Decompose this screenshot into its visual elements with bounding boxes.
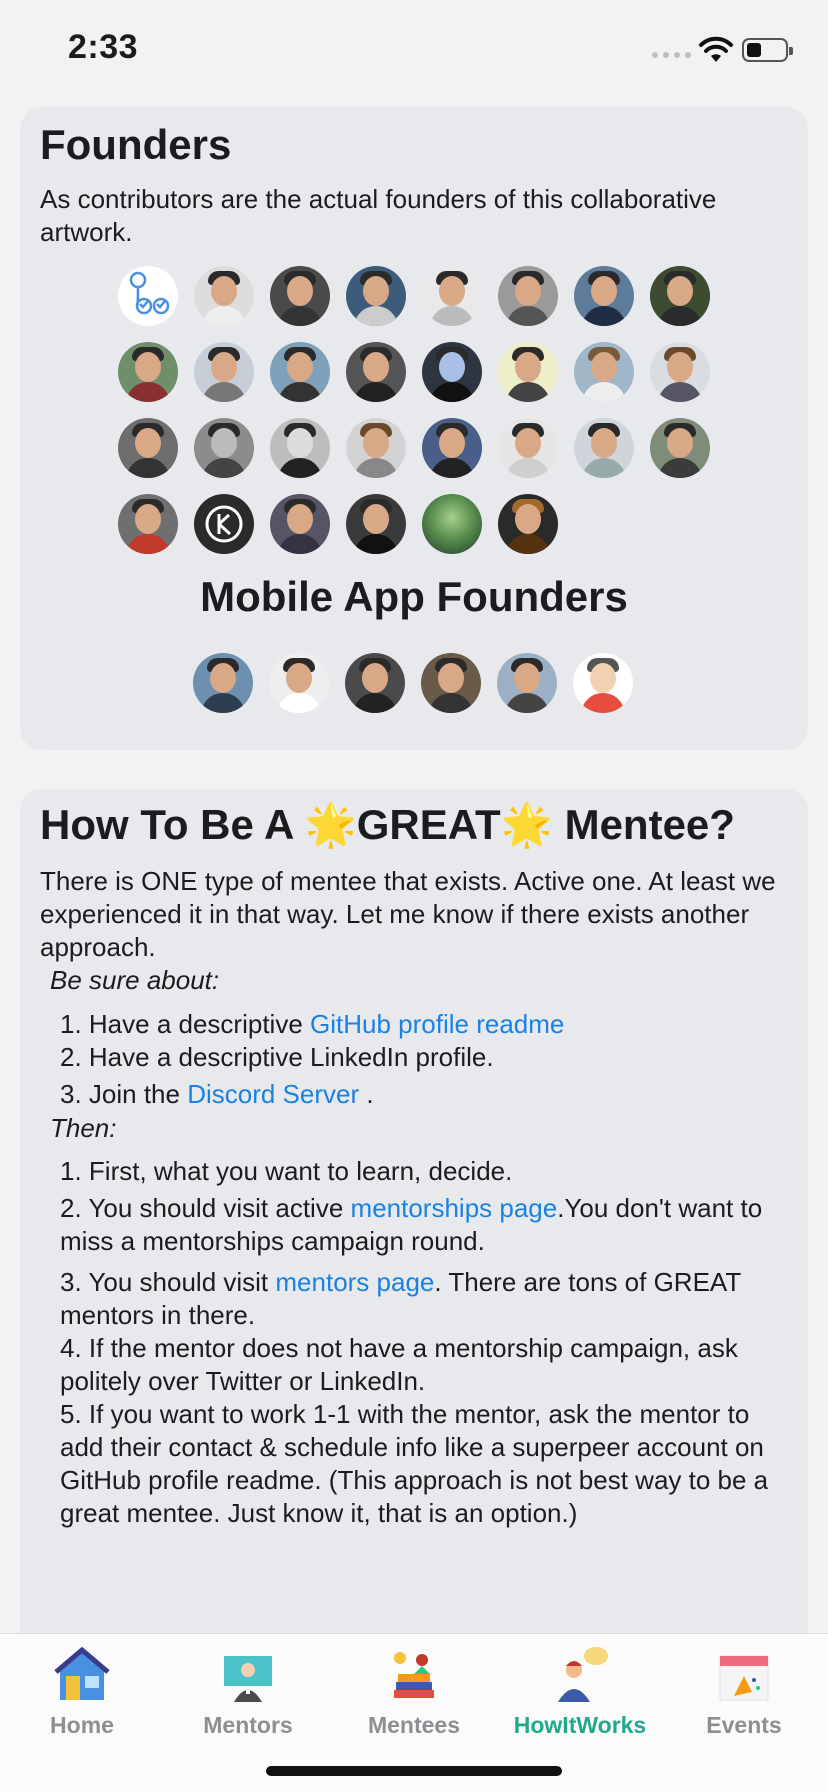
- mentee-title-mid: GREAT: [356, 801, 501, 848]
- founders-card: Founders As contributors are the actual …: [20, 107, 808, 750]
- then-list: 1. First, what you want to learn, decide…: [60, 1155, 790, 1530]
- mentee-intro: There is ONE type of mentee that exists.…: [40, 866, 776, 962]
- tab-events[interactable]: Events: [669, 1646, 819, 1739]
- mentor-board-icon: [218, 1646, 278, 1704]
- avatar[interactable]: [346, 418, 406, 478]
- list-item: 4. If the mentor does not have a mentors…: [60, 1333, 738, 1396]
- avatar-logo[interactable]: [194, 494, 254, 554]
- list-item: 2. Have a descriptive LinkedIn profile.: [60, 1042, 494, 1072]
- avatar[interactable]: [118, 494, 178, 554]
- tab-howitworks[interactable]: HowItWorks: [505, 1646, 655, 1739]
- star-icon: 🌟: [304, 801, 357, 848]
- reading-books-icon: [384, 1646, 444, 1704]
- avatar[interactable]: [346, 266, 406, 326]
- cellular-signal-icon: [652, 52, 691, 58]
- avatar[interactable]: [270, 494, 330, 554]
- status-time: 2:33: [68, 28, 139, 66]
- tab-home[interactable]: Home: [7, 1646, 157, 1739]
- wifi-icon: [699, 36, 733, 62]
- person-speech-icon: [550, 1646, 610, 1704]
- star-icon: 🌟: [500, 801, 553, 848]
- founders-description: As contributors are the actual founders …: [40, 184, 717, 247]
- be-sure-label: Be sure about:: [50, 965, 220, 995]
- avatar[interactable]: [194, 342, 254, 402]
- avatar[interactable]: [269, 653, 329, 713]
- github-profile-readme-link[interactable]: GitHub profile readme: [310, 1009, 564, 1039]
- avatar[interactable]: [194, 266, 254, 326]
- then-label: Then:: [50, 1113, 117, 1143]
- mobile-founders-avatars: [193, 653, 633, 713]
- home-indicator: [266, 1766, 562, 1776]
- avatar[interactable]: [346, 342, 406, 402]
- calendar-party-icon: [714, 1646, 774, 1704]
- founders-title: Founders: [40, 121, 232, 168]
- avatar[interactable]: [498, 418, 558, 478]
- list-item: 5. If you want to work 1-1 with the ment…: [60, 1399, 769, 1528]
- avatar[interactable]: [498, 494, 558, 554]
- mentee-title-pre: How To Be A: [40, 801, 305, 848]
- status-bar: 2:33: [0, 0, 828, 100]
- avatar[interactable]: [422, 418, 482, 478]
- avatar[interactable]: [194, 418, 254, 478]
- avatar-logo[interactable]: [118, 266, 178, 326]
- avatar[interactable]: [574, 418, 634, 478]
- tab-mentors[interactable]: Mentors: [173, 1646, 323, 1739]
- discord-server-link[interactable]: Discord Server: [187, 1079, 359, 1109]
- list-item: 3. You should visit mentors page. There …: [60, 1267, 741, 1330]
- avatar[interactable]: [650, 418, 710, 478]
- avatar[interactable]: [650, 342, 710, 402]
- tab-mentees[interactable]: Mentees: [339, 1646, 489, 1739]
- avatar[interactable]: [118, 418, 178, 478]
- avatar[interactable]: [574, 342, 634, 402]
- list-item: 1. First, what you want to learn, decide…: [60, 1156, 513, 1186]
- avatar[interactable]: [270, 418, 330, 478]
- avatar[interactable]: [497, 653, 557, 713]
- avatar[interactable]: [118, 342, 178, 402]
- list-item: 1. Have a descriptive GitHub profile rea…: [60, 1009, 565, 1039]
- avatar[interactable]: [421, 653, 481, 713]
- house-icon: [52, 1646, 112, 1704]
- avatar[interactable]: [346, 494, 406, 554]
- avatar[interactable]: [422, 342, 482, 402]
- avatar[interactable]: [498, 342, 558, 402]
- list-item: 3. Join the Discord Server .: [60, 1079, 374, 1109]
- avatar[interactable]: [270, 342, 330, 402]
- avatar[interactable]: [422, 494, 482, 554]
- avatar[interactable]: [193, 653, 253, 713]
- avatar[interactable]: [498, 266, 558, 326]
- avatar-cartoon[interactable]: [573, 653, 633, 713]
- mentors-page-link[interactable]: mentors page: [275, 1267, 434, 1297]
- battery-icon: [742, 38, 793, 62]
- avatar[interactable]: [650, 266, 710, 326]
- avatar[interactable]: [345, 653, 405, 713]
- mobile-app-founders-title: Mobile App Founders: [200, 573, 628, 620]
- mentorships-page-link[interactable]: mentorships page: [351, 1193, 558, 1223]
- mentee-title-post: Mentee?: [552, 801, 735, 848]
- mentee-title: How To Be A 🌟GREAT🌟 Mentee?: [40, 801, 735, 850]
- avatar[interactable]: [574, 266, 634, 326]
- be-sure-list: 1. Have a descriptive GitHub profile rea…: [60, 1008, 790, 1111]
- mentee-card: How To Be A 🌟GREAT🌟 Mentee? There is ONE…: [20, 789, 808, 1649]
- founders-avatar-grid: [118, 266, 718, 554]
- list-item: 2. You should visit active mentorships p…: [60, 1193, 763, 1256]
- avatar[interactable]: [270, 266, 330, 326]
- avatar[interactable]: [422, 266, 482, 326]
